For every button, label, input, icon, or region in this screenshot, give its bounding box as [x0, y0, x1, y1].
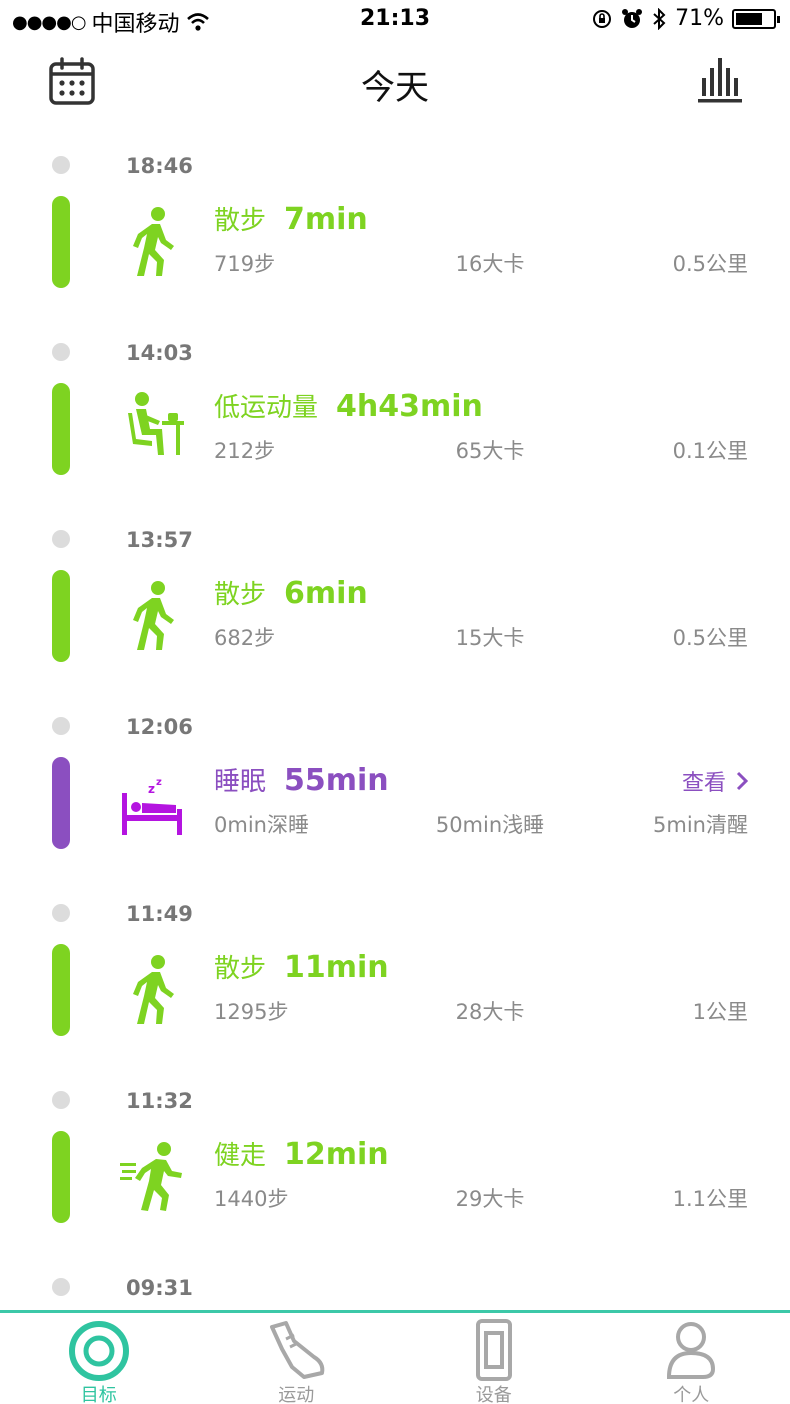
activity-duration: 55min — [284, 763, 389, 798]
activity-name: 低运动量 — [214, 393, 319, 423]
steps-value: 719步 — [214, 252, 276, 276]
entry-title: 健走 12min — [214, 1135, 389, 1172]
entry-title: 散步 7min — [214, 200, 368, 237]
calories-value: 65大卡 — [455, 439, 525, 463]
light-sleep-value: 50min浅睡 — [435, 813, 545, 837]
walking-icon — [118, 202, 186, 280]
distance-value: 0.5公里 — [672, 626, 748, 650]
activity-name: 散步 — [214, 954, 267, 984]
entry-time: 11:32 — [126, 1089, 193, 1113]
view-sleep-details-link[interactable]: 查看 — [682, 765, 748, 797]
person-icon — [667, 1322, 716, 1379]
calories-value: 15大卡 — [455, 626, 525, 650]
battery-icon — [732, 8, 780, 29]
activity-name: 睡眠 — [214, 767, 267, 797]
battery-percent: 71% — [675, 6, 724, 31]
timeline-entry[interactable]: 11:49 散步 11min 1295步 28大卡 1公里 — [0, 872, 790, 1059]
tab-label: 设备 — [475, 1385, 512, 1404]
activity-duration: 7min — [284, 202, 368, 237]
tab-bar: 目标 运动 设备 个人 — [0, 1310, 790, 1404]
entry-time: 12:06 — [126, 715, 193, 739]
status-bar: ●●●●○ 中国移动 21:13 71% — [0, 0, 790, 40]
timeline-entry[interactable]: 14:03 低运动量 4h43min 212步 65大卡 0.1公里 — [0, 311, 790, 498]
entry-title: 低运动量 4h43min — [214, 387, 483, 424]
steps-value: 1295步 — [214, 1000, 289, 1024]
brisk-walking-icon — [118, 1137, 186, 1215]
deep-sleep-value: 0min深睡 — [214, 813, 309, 837]
distance-value: 1.1公里 — [672, 1187, 748, 1211]
target-icon — [68, 1321, 129, 1381]
sitting-desk-icon — [118, 389, 186, 467]
entry-time: 13:57 — [126, 528, 193, 552]
alarm-icon — [622, 8, 643, 28]
entry-time: 11:49 — [126, 902, 193, 926]
entry-time: 18:46 — [126, 154, 193, 178]
timeline-entry[interactable]: 13:57 散步 6min 682步 15大卡 0.5公里 — [0, 498, 790, 685]
timeline-dot — [52, 1091, 70, 1109]
activity-duration: 6min — [284, 576, 368, 611]
activity-duration: 11min — [284, 950, 389, 985]
activity-bar — [52, 944, 70, 1036]
activity-bar — [52, 383, 70, 475]
awake-value: 5min清醒 — [653, 813, 748, 837]
chevron-right-icon — [736, 771, 748, 791]
calories-value: 29大卡 — [455, 1187, 525, 1211]
calories-value: 16大卡 — [455, 252, 525, 276]
walking-icon — [118, 576, 186, 654]
activity-bar — [52, 1131, 70, 1223]
entry-title: 散步 6min — [214, 574, 368, 611]
rotation-lock-icon — [593, 9, 612, 28]
timeline-entry-partial[interactable]: 09:31 — [0, 1246, 790, 1310]
activity-duration: 12min — [284, 1137, 389, 1172]
timeline-dot — [52, 530, 70, 548]
view-link-label: 查看 — [681, 771, 726, 796]
timeline-dot — [52, 343, 70, 361]
steps-value: 682步 — [214, 626, 276, 650]
timeline-dot — [52, 156, 70, 174]
distance-value: 0.5公里 — [672, 252, 748, 276]
timeline-entry[interactable]: 11:32 健走 12min 1440步 29大卡 1.1公里 — [0, 1059, 790, 1246]
timeline-dot — [52, 717, 70, 735]
distance-value: 0.1公里 — [672, 439, 748, 463]
timeline-entry[interactable]: 18:46 散步 7min 719步 16大卡 0.5公里 — [0, 124, 790, 311]
activity-name: 健走 — [214, 1141, 267, 1171]
tab-label: 个人 — [673, 1385, 710, 1404]
steps-value: 212步 — [214, 439, 276, 463]
calories-value: 28大卡 — [455, 1000, 525, 1024]
sleeping-bed-icon — [118, 763, 186, 841]
band-device-icon — [475, 1319, 512, 1381]
bar-chart-icon[interactable] — [698, 56, 742, 104]
page-title: 今天 — [361, 68, 429, 108]
activity-bar — [52, 570, 70, 662]
activity-name: 散步 — [214, 580, 267, 610]
status-right: 71% — [591, 6, 780, 31]
entry-time: 14:03 — [126, 341, 193, 365]
activity-bar — [52, 196, 70, 288]
entry-title: 散步 11min — [214, 948, 389, 985]
timeline-dot — [52, 1278, 70, 1296]
activity-name: 散步 — [214, 206, 267, 236]
tab-label: 目标 — [80, 1385, 117, 1404]
timeline-dot — [52, 904, 70, 922]
distance-value: 1公里 — [692, 1000, 748, 1024]
entry-title: 睡眠 55min — [214, 761, 389, 798]
entry-time: 09:31 — [126, 1276, 193, 1300]
sleep-bar — [52, 757, 70, 849]
tab-goal[interactable]: 目标 — [0, 1313, 198, 1404]
header: 今天 — [0, 40, 790, 124]
walking-icon — [118, 950, 186, 1028]
activity-timeline: 18:46 散步 7min 719步 16大卡 0.5公里 14:03 低运动量… — [0, 124, 790, 1310]
tab-device[interactable]: 设备 — [395, 1313, 593, 1404]
tab-profile[interactable]: 个人 — [593, 1313, 790, 1404]
tab-exercise[interactable]: 运动 — [198, 1313, 396, 1404]
tab-label: 运动 — [278, 1385, 315, 1404]
steps-value: 1440步 — [214, 1187, 289, 1211]
sneaker-icon — [270, 1321, 325, 1379]
bluetooth-icon — [653, 7, 666, 30]
timeline-entry-sleep[interactable]: 12:06 睡眠 55min 查看 0min深睡 50min浅睡 5min清醒 — [0, 685, 790, 872]
activity-duration: 4h43min — [336, 389, 483, 424]
